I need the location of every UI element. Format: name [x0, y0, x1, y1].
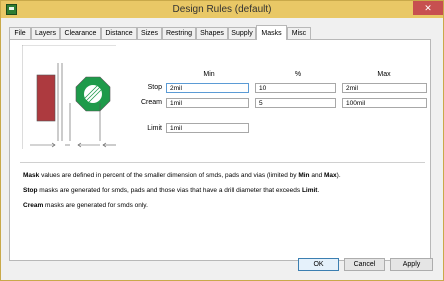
- mask-note: Mask values are defined in percent of th…: [23, 172, 341, 179]
- tab-sizes[interactable]: Sizes: [137, 27, 162, 39]
- mask-note-term: Mask: [23, 172, 40, 179]
- cancel-button[interactable]: Cancel: [344, 258, 385, 271]
- window-title: Design Rules (default): [172, 4, 272, 15]
- tab-clearance[interactable]: Clearance: [60, 27, 101, 39]
- tab-restring[interactable]: Restring: [162, 27, 196, 39]
- cream-percent-field[interactable]: 5: [255, 98, 336, 108]
- tab-file[interactable]: File: [9, 27, 31, 39]
- limit-field[interactable]: 1mil: [166, 123, 249, 133]
- smd-pad-shape: [36, 74, 56, 122]
- tab-layers[interactable]: Layers: [31, 27, 60, 39]
- tab-shapes[interactable]: Shapes: [196, 27, 228, 39]
- cream-min-field[interactable]: 1mil: [166, 98, 249, 108]
- column-min-header: Min: [203, 71, 215, 78]
- tab-masks[interactable]: Masks: [256, 25, 287, 40]
- stop-percent-field[interactable]: 10: [255, 83, 336, 93]
- stop-min-field[interactable]: 2mil: [166, 83, 249, 93]
- close-button[interactable]: ✕: [413, 1, 443, 15]
- apply-button[interactable]: Apply: [390, 258, 433, 271]
- limit-label: Limit: [147, 125, 162, 132]
- column-max-header: Max: [377, 71, 391, 78]
- cream-note: Cream masks are generated for smds only.: [23, 202, 148, 209]
- cream-max-field[interactable]: 100mil: [342, 98, 427, 108]
- tab-distance[interactable]: Distance: [101, 27, 137, 39]
- mask-illustration: [22, 45, 116, 149]
- tab-misc[interactable]: Misc: [287, 27, 311, 39]
- ok-button[interactable]: OK: [298, 258, 339, 271]
- design-rules-dialog: Design Rules (default) ✕ File Layers Cle…: [0, 0, 444, 281]
- stop-max-field[interactable]: 2mil: [342, 83, 427, 93]
- column-percent-header: %: [294, 71, 302, 78]
- title-bar: Design Rules (default) ✕: [1, 1, 443, 18]
- stop-note: Stop masks are generated for smds, pads …: [23, 187, 320, 194]
- stop-label: Stop: [147, 84, 162, 91]
- cream-label: Cream: [140, 99, 162, 106]
- tab-supply[interactable]: Supply: [228, 27, 256, 39]
- separator: [20, 162, 425, 163]
